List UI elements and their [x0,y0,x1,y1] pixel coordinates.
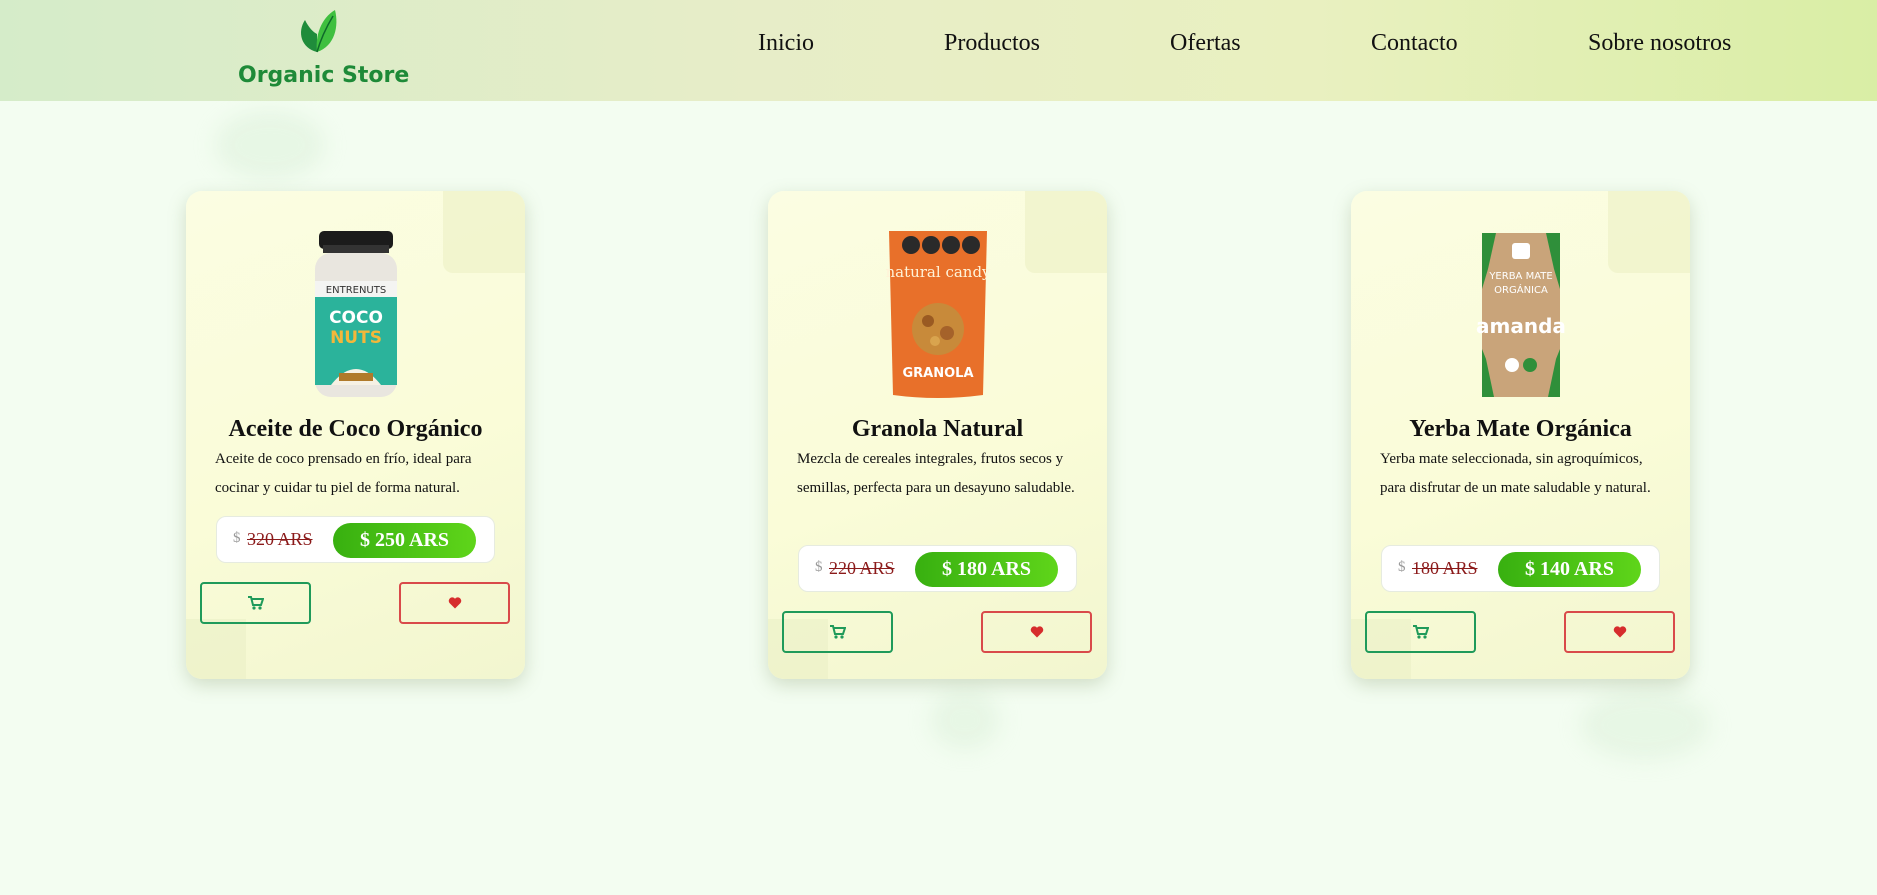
granola-bag-image: natural candy GRANOLA [885,231,991,398]
product-title: Aceite de Coco Orgánico [228,416,483,442]
card-decoration [1025,191,1107,273]
product-description: Mezcla de cereales integrales, frutos se… [797,451,1075,496]
background-blob [930,690,1000,750]
svg-text:natural candy: natural candy [885,263,991,281]
svg-text:ORGÁNICA: ORGÁNICA [1494,283,1548,296]
logo-text: Organic Store [238,63,410,88]
product-card: ENTRENUTS COCO NUTS Aceite de Coco Orgán… [186,191,525,679]
nav-productos[interactable]: Productos [944,30,1040,57]
price-box: $ 180 ARS $ 140 ARS [1381,545,1660,592]
nav-contacto[interactable]: Contacto [1371,30,1458,57]
heart-icon [448,597,461,609]
site-header: Organic Store Inicio Productos Ofertas C… [0,0,1877,101]
new-price-badge: $ 250 ARS [333,523,476,558]
cart-icon [1412,625,1429,639]
yerba-mate-pack-image: YERBA MATE ORGÁNICA amanda [1476,233,1566,397]
svg-text:ENTRENUTS: ENTRENUTS [326,285,386,296]
price-box: $ 220 ARS $ 180 ARS [798,545,1077,592]
heart-icon [1613,626,1626,638]
background-blob [1580,690,1710,760]
new-price-badge: $ 180 ARS [915,552,1058,587]
product-description: Aceite de coco prensado en frío, ideal p… [215,451,472,496]
heart-icon [1030,626,1043,638]
old-price: 320 ARS [247,529,313,549]
product-description: Yerba mate seleccionada, sin agroquímico… [1380,451,1651,496]
cart-icon [829,625,846,639]
price-box: $ 320 ARS $ 250 ARS [216,516,495,563]
new-price-badge: $ 140 ARS [1498,552,1641,587]
nav-ofertas[interactable]: Ofertas [1170,30,1241,57]
currency-symbol: $ [1398,559,1406,575]
add-to-favorites-button[interactable] [1564,611,1675,653]
svg-text:amanda: amanda [1476,314,1566,338]
nav-sobre-nosotros[interactable]: Sobre nosotros [1588,30,1731,57]
svg-text:GRANOLA: GRANOLA [902,366,973,381]
coconut-oil-jar-image: ENTRENUTS COCO NUTS [315,231,397,397]
add-to-cart-button[interactable] [200,582,311,624]
currency-symbol: $ [233,530,241,546]
card-decoration [443,191,525,273]
logo-link[interactable]: Organic Store [238,8,410,88]
cart-icon [247,596,264,610]
add-to-favorites-button[interactable] [981,611,1092,653]
old-price: 180 ARS [1412,558,1478,578]
add-to-favorites-button[interactable] [399,582,510,624]
product-card: natural candy GRANOLA Granola Natural Me… [768,191,1107,679]
product-title: Granola Natural [851,416,1024,442]
card-decoration [186,619,246,679]
product-card: YERBA MATE ORGÁNICA amanda Yerba Mate Or… [1351,191,1690,679]
product-title: Yerba Mate Orgánica [1409,416,1632,442]
nav-inicio[interactable]: Inicio [758,30,814,57]
add-to-cart-button[interactable] [1365,611,1476,653]
svg-text:NUTS: NUTS [330,328,382,348]
add-to-cart-button[interactable] [782,611,893,653]
currency-symbol: $ [815,559,823,575]
svg-text:COCO: COCO [329,308,383,328]
card-decoration [1608,191,1690,273]
leaf-icon [301,10,337,53]
old-price: 220 ARS [829,558,895,578]
svg-text:YERBA MATE: YERBA MATE [1488,271,1552,282]
background-blob [215,110,325,180]
